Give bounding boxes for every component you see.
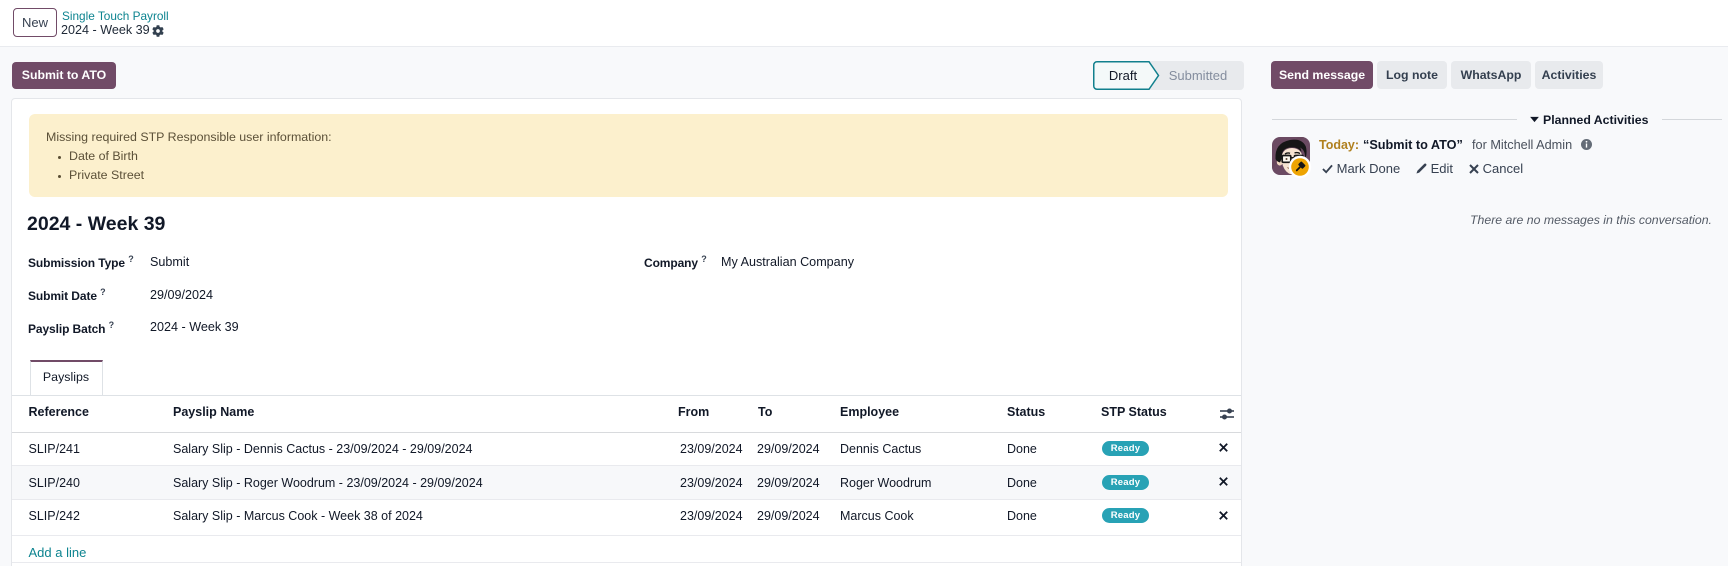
svg-text:Draft: Draft [1109, 68, 1138, 83]
svg-text:Submitted: Submitted [1169, 68, 1228, 83]
